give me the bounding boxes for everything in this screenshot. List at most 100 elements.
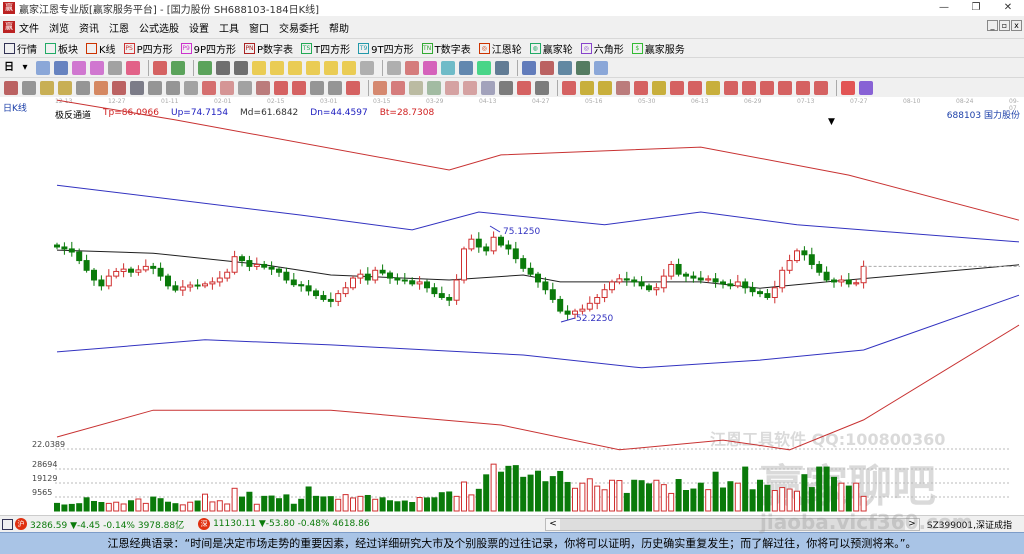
volume-bar bbox=[579, 482, 586, 512]
volume-bar bbox=[623, 492, 630, 512]
volume-bar bbox=[202, 493, 208, 512]
volume-bar bbox=[224, 503, 231, 512]
volume-bar bbox=[342, 494, 349, 512]
kline-chart[interactable]: 75.1250 52.2250 ▼ bbox=[0, 0, 1024, 515]
volume-bar bbox=[246, 491, 253, 512]
candle-down bbox=[475, 238, 482, 248]
volume-bar bbox=[697, 482, 704, 512]
candle-down bbox=[276, 268, 282, 273]
shanghai-badge: 沪 bbox=[15, 518, 27, 530]
volume-bar bbox=[98, 502, 105, 512]
candle-down bbox=[749, 287, 756, 293]
candle-down bbox=[157, 267, 164, 277]
volume-bar bbox=[646, 483, 652, 512]
high-annotation: 75.1250 bbox=[503, 227, 540, 237]
candle-down bbox=[283, 271, 290, 281]
volume-bar bbox=[128, 500, 134, 512]
volume-bar bbox=[594, 485, 601, 512]
candle-down bbox=[527, 267, 534, 275]
cursor-marker: ▼ bbox=[828, 117, 835, 127]
candle-down bbox=[845, 279, 852, 285]
volume-bar bbox=[601, 489, 608, 512]
candle-up bbox=[253, 263, 260, 267]
candle-down bbox=[823, 271, 830, 281]
volume-bar bbox=[786, 488, 793, 512]
volume-bar bbox=[520, 476, 527, 512]
candle-down bbox=[320, 295, 327, 300]
candle-up bbox=[113, 270, 120, 277]
volume-bar bbox=[409, 502, 416, 512]
candle-down bbox=[305, 285, 312, 292]
volume-bar bbox=[446, 491, 453, 512]
volume-bar bbox=[475, 488, 482, 512]
volume-bar bbox=[734, 482, 741, 512]
volume-tick: 22.0389 bbox=[32, 440, 66, 449]
candle-down bbox=[446, 296, 453, 301]
candle-down bbox=[91, 269, 97, 281]
candle-down bbox=[483, 246, 490, 252]
volume-bar bbox=[268, 495, 275, 512]
volume-bar bbox=[853, 482, 860, 512]
volume-bar bbox=[860, 495, 867, 512]
volume-bar bbox=[187, 501, 194, 512]
candle-down bbox=[61, 246, 68, 250]
candle-down bbox=[261, 263, 268, 268]
volume-bar bbox=[461, 481, 467, 512]
candle-down bbox=[757, 291, 763, 295]
volume-bar bbox=[668, 492, 675, 512]
volume-bar bbox=[313, 495, 319, 512]
scroll-left-button[interactable]: < bbox=[546, 519, 560, 530]
volume-bar bbox=[113, 501, 120, 512]
volume-bar bbox=[142, 502, 149, 512]
volume-bar bbox=[660, 484, 667, 512]
volume-bar bbox=[749, 489, 756, 512]
volume-bar bbox=[542, 481, 549, 512]
candle-down bbox=[387, 272, 393, 279]
calculator-icon[interactable] bbox=[2, 518, 13, 530]
volume-bar bbox=[364, 494, 371, 512]
candle-down bbox=[801, 250, 808, 256]
candle-up bbox=[231, 256, 238, 273]
candle-down bbox=[505, 244, 512, 250]
candle-down bbox=[638, 281, 645, 287]
candle-down bbox=[239, 256, 245, 262]
candle-up bbox=[224, 271, 231, 279]
volume-bar bbox=[320, 496, 327, 512]
volume-bar bbox=[216, 500, 223, 512]
volume-bar bbox=[261, 495, 268, 512]
candle-up bbox=[179, 286, 186, 291]
volume-bar bbox=[335, 498, 342, 512]
band-dn-line bbox=[56, 294, 1020, 369]
watermark-url: jiaoba.vicf360.com bbox=[760, 510, 973, 534]
volume-bar bbox=[483, 474, 490, 512]
volume-bar bbox=[387, 500, 393, 512]
volume-bar bbox=[179, 504, 186, 512]
volume-bar bbox=[372, 498, 379, 512]
candle-down bbox=[68, 248, 75, 253]
volume-bar bbox=[683, 490, 689, 512]
volume-bar bbox=[498, 471, 504, 512]
candle-down bbox=[76, 251, 83, 262]
candle-down bbox=[364, 273, 371, 281]
candle-down bbox=[298, 284, 305, 287]
high-marker bbox=[489, 225, 501, 233]
candle-down bbox=[808, 254, 815, 265]
candle-down bbox=[623, 278, 630, 281]
volume-bar bbox=[490, 463, 497, 512]
shanghai-index: 3286.59 ▼-4.45 -0.14% 3978.88亿 bbox=[30, 520, 185, 531]
candle-up bbox=[594, 296, 601, 304]
volume-bar bbox=[424, 497, 430, 512]
candle-down bbox=[431, 287, 438, 295]
candle-down bbox=[246, 260, 253, 267]
volume-bar bbox=[505, 465, 512, 512]
candle-down bbox=[542, 281, 549, 291]
volume-bar bbox=[120, 503, 127, 512]
volume-bar bbox=[720, 487, 726, 512]
candle-down bbox=[742, 281, 749, 289]
gann-quote-bar: 江恩经典语录：“时间是决定市场走势的重要因素，经过详细研究大市及个别股票的过往记… bbox=[0, 532, 1024, 554]
candle-down bbox=[683, 273, 689, 277]
candle-down bbox=[512, 248, 519, 260]
volume-bar bbox=[572, 487, 578, 512]
candle-down bbox=[690, 275, 697, 279]
candle-down bbox=[172, 285, 179, 291]
